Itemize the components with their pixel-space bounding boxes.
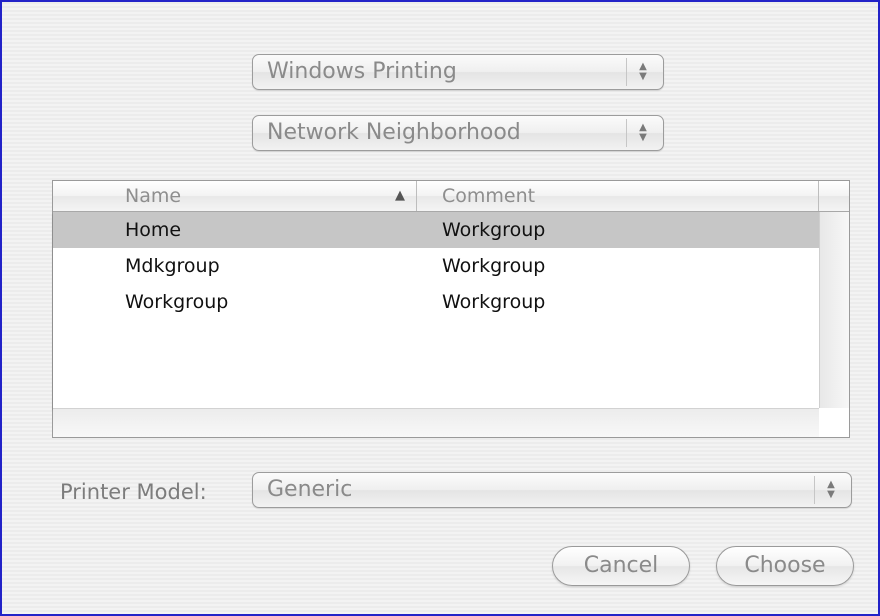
row-name-cell: Workgroup xyxy=(125,291,229,313)
row-name-cell: Mdkgroup xyxy=(125,255,220,277)
protocol-popup-button[interactable]: Windows Printing ▲ ▼ xyxy=(252,54,664,90)
up-down-arrows-icon: ▲ ▼ xyxy=(626,58,659,86)
choose-button[interactable]: Choose xyxy=(716,546,854,586)
protocol-popup-label: Windows Printing xyxy=(267,59,457,84)
row-name-cell: Home xyxy=(125,219,182,241)
printer-model-popup-button[interactable]: Generic ▲ ▼ xyxy=(252,472,852,508)
sort-ascending-icon: ▲ xyxy=(395,188,405,203)
table-row[interactable]: Home Workgroup xyxy=(53,212,819,248)
up-down-arrows-icon: ▲ ▼ xyxy=(626,119,659,147)
printer-model-label: Printer Model: xyxy=(60,480,207,504)
table-header: Name ▲ Comment xyxy=(53,181,849,212)
table-row[interactable]: Workgroup Workgroup xyxy=(53,284,819,320)
column-header-name[interactable]: Name ▲ xyxy=(53,181,417,211)
column-header-name-label: Name xyxy=(125,185,182,207)
vertical-scrollbar[interactable] xyxy=(819,212,849,408)
table-row[interactable]: Mdkgroup Workgroup xyxy=(53,248,819,284)
column-header-comment-label: Comment xyxy=(442,185,536,207)
printer-model-value: Generic xyxy=(267,477,353,502)
printer-list-table: Name ▲ Comment Home Workgroup Mdkgroup W… xyxy=(52,180,850,438)
up-down-arrows-icon: ▲ ▼ xyxy=(814,476,847,504)
dialog-window: Windows Printing ▲ ▼ Network Neighborhood… xyxy=(0,0,880,616)
horizontal-scrollbar[interactable] xyxy=(53,408,819,437)
row-comment-cell: Workgroup xyxy=(442,291,546,313)
cancel-button[interactable]: Cancel xyxy=(552,546,690,586)
row-comment-cell: Workgroup xyxy=(442,255,546,277)
network-popup-button[interactable]: Network Neighborhood ▲ ▼ xyxy=(252,115,664,151)
row-comment-cell: Workgroup xyxy=(442,219,546,241)
column-header-comment[interactable]: Comment xyxy=(417,181,819,211)
table-body: Home Workgroup Mdkgroup Workgroup Workgr… xyxy=(53,212,819,408)
column-header-spacer xyxy=(819,181,849,211)
network-popup-label: Network Neighborhood xyxy=(267,120,521,145)
scrollbar-corner xyxy=(819,408,849,437)
